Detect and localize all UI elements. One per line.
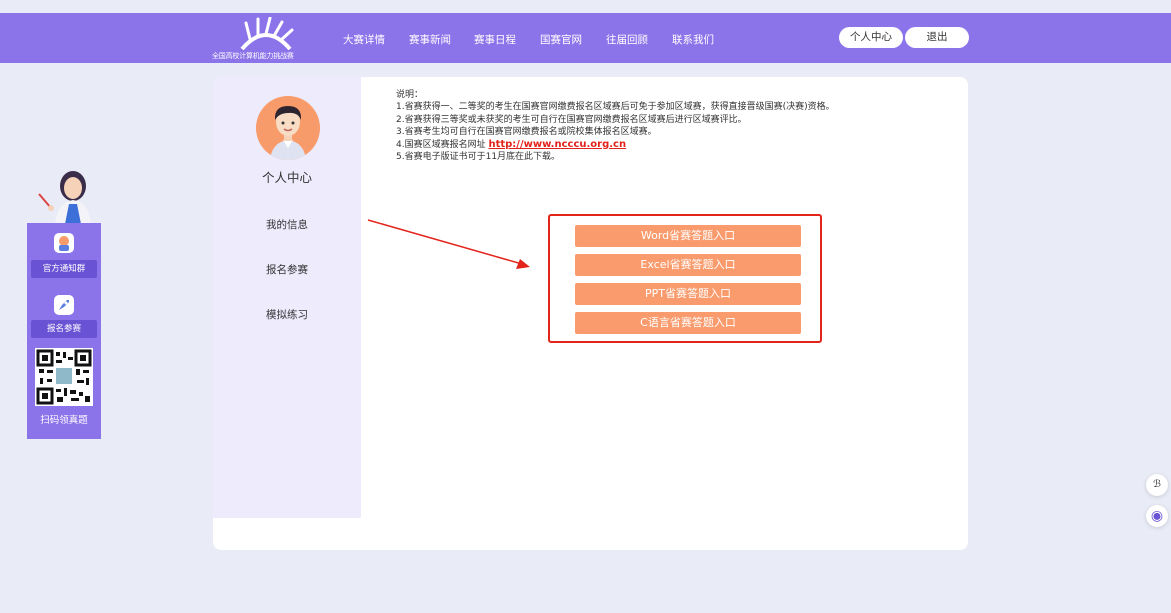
translate-icon[interactable]: ℬ	[1146, 474, 1168, 496]
avatar	[256, 96, 320, 160]
left-floating-panel: 官方通知群 报名参赛 扫码领真题	[27, 223, 101, 439]
nav-official-site[interactable]: 国赛官网	[540, 32, 582, 47]
logo[interactable]: 全国高校计算机能力挑战赛	[212, 17, 322, 61]
sidebar-title: 个人中心	[261, 170, 312, 185]
instruction-line: 3.省赛考生均可自行在国赛官网缴费报名或院校集体报名区域赛。	[396, 127, 657, 138]
notify-group-button[interactable]: 官方通知群	[31, 260, 97, 278]
instructions: 说明： 1.省赛获得一、二等奖的考生在国赛官网缴费报名区域赛后可免于参加区域赛，…	[396, 89, 835, 163]
nav-schedule[interactable]: 赛事日程	[474, 32, 516, 47]
instruction-line: 2.省赛获得三等奖或未获奖的考生可自行在国赛官网缴费报名区域赛后进行区域赛评比。	[396, 114, 747, 125]
sidebar-item-signup[interactable]: 报名参赛	[213, 262, 361, 277]
nav-competition-details[interactable]: 大赛详情	[343, 32, 385, 47]
nav-past-review[interactable]: 往届回顾	[606, 32, 648, 47]
word-entry-button[interactable]: Word省赛答题入口	[575, 225, 801, 247]
top-navbar: 全国高校计算机能力挑战赛 大赛详情 赛事新闻 赛事日程 国赛官网 往届回顾 联系…	[0, 13, 1171, 63]
main-card: 个人中心 我的信息 报名参赛 模拟练习 说明： 1.省赛获得一、二等奖的考生在国…	[213, 77, 968, 550]
sidebar: 个人中心 我的信息 报名参赛 模拟练习	[213, 77, 361, 518]
ppt-entry-button[interactable]: PPT省赛答题入口	[575, 283, 801, 305]
excel-entry-button[interactable]: Excel省赛答题入口	[575, 254, 801, 276]
c-language-entry-button[interactable]: C语言省赛答题入口	[575, 312, 801, 334]
rocket-icon	[54, 295, 74, 315]
signup-button[interactable]: 报名参赛	[31, 320, 97, 338]
logo-text: 全国高校计算机能力挑战赛	[212, 52, 294, 60]
personal-center-button[interactable]: 个人中心	[839, 27, 903, 48]
instructions-title: 说明：	[396, 90, 424, 100]
instruction-line: 1.省赛获得一、二等奖的考生在国赛官网缴费报名区域赛后可免于参加区域赛，获得直接…	[396, 102, 835, 113]
instruction-line: 5.省赛电子版证书可于11月底在此下载。	[396, 152, 561, 163]
nav-news[interactable]: 赛事新闻	[409, 32, 451, 47]
assistant-icon[interactable]: ◉	[1146, 505, 1168, 527]
customer-service-icon	[54, 233, 74, 253]
instruction-line: 4.国赛区域赛报名网址 http://www.ncccu.org.cn	[396, 139, 835, 151]
sidebar-item-my-info[interactable]: 我的信息	[213, 217, 361, 232]
registration-link[interactable]: http://www.ncccu.org.cn	[488, 139, 626, 150]
instruction-line-text: 4.国赛区域赛报名网址	[396, 139, 489, 150]
qr-code	[35, 348, 93, 406]
mascot-illustration	[38, 171, 91, 224]
logo-sun-icon	[240, 17, 294, 51]
scan-label: 扫码领真题	[40, 415, 88, 426]
nav-contact[interactable]: 联系我们	[672, 32, 714, 47]
logout-button[interactable]: 退出	[905, 27, 969, 48]
sidebar-item-practice[interactable]: 模拟练习	[213, 307, 361, 322]
